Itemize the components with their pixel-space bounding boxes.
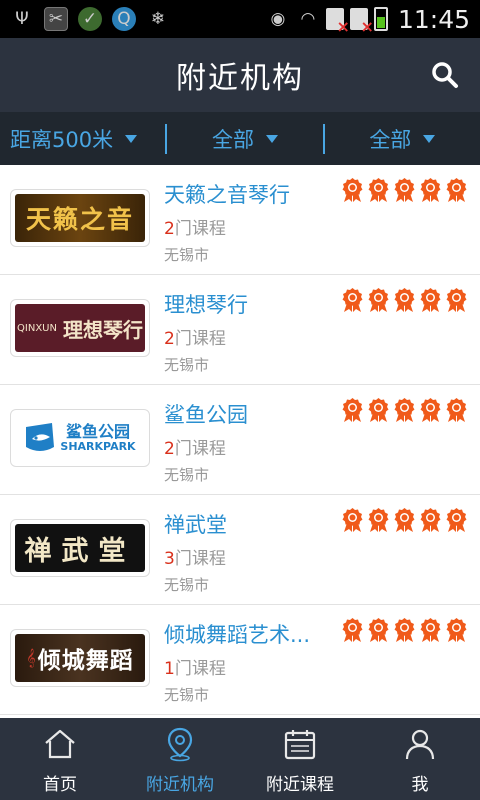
location-pin-icon: [167, 727, 193, 762]
sort-filter-label: 全部: [369, 127, 412, 152]
rating: [341, 617, 468, 643]
course-count: 3门课程: [164, 549, 226, 569]
course-count: 1门课程: [164, 659, 226, 679]
medal-icon: [446, 178, 467, 202]
sim1-no-signal-icon: [325, 8, 350, 36]
rating: [341, 177, 468, 203]
page-title: 附近机构: [176, 61, 304, 96]
medal-icon: [394, 178, 415, 202]
nav-home[interactable]: 首页: [0, 718, 120, 800]
medal-icon: [394, 288, 415, 312]
nav-nearby-institutions[interactable]: 附近机构: [120, 718, 240, 800]
calendar-icon: [284, 730, 316, 760]
course-count: 2门课程: [164, 439, 226, 459]
institution-name: 鲨鱼公园: [164, 403, 248, 427]
category-filter-dropdown[interactable]: 全部: [167, 112, 322, 165]
medal-icon: [368, 618, 389, 642]
distance-filter-label: 距离500米: [10, 127, 114, 152]
institution-name: 倾城舞蹈艺术...: [164, 623, 311, 647]
institution-name: 禅武堂: [164, 513, 227, 537]
medal-icon: [368, 288, 389, 312]
nav-nearby-courses-label: 附近课程: [266, 775, 334, 795]
muted-app-icon: ✂: [44, 7, 68, 31]
medal-icon: [342, 508, 363, 532]
rating: [341, 287, 468, 313]
medal-icon: [446, 398, 467, 422]
sort-filter-dropdown[interactable]: 全部: [325, 112, 480, 165]
medal-icon: [394, 398, 415, 422]
usb-icon: Ψ: [15, 9, 29, 29]
medal-icon: [446, 618, 467, 642]
search-icon[interactable]: [430, 60, 460, 90]
institution-logo: QINXUN 理想琴行: [10, 299, 150, 357]
medal-icon: [342, 288, 363, 312]
city: 无锡市: [164, 246, 210, 264]
snowflake-icon: ❄: [150, 9, 166, 29]
medal-icon: [420, 508, 441, 532]
medal-icon: [342, 398, 363, 422]
wifi-icon: ◠: [300, 9, 316, 29]
medal-icon: [420, 178, 441, 202]
list-item[interactable]: 鲨鱼公园 SHARKPARK 鲨鱼公园 2门课程 无锡市: [0, 385, 480, 495]
eye-icon: ◉: [270, 9, 286, 29]
medal-icon: [342, 178, 363, 202]
category-filter-label: 全部: [211, 127, 254, 152]
rating: [341, 397, 468, 423]
nav-nearby-courses[interactable]: 附近课程: [240, 718, 360, 800]
city: 无锡市: [164, 576, 210, 594]
institution-logo: 𝄞 倾城舞蹈: [10, 629, 150, 687]
status-bar: Ψ ✂ ✓ Q ❄ ◉ ◠ 11:45: [0, 0, 480, 38]
institution-logo: 禅武堂: [10, 519, 150, 577]
sim2-no-signal-icon: [349, 8, 374, 36]
course-count: 2门课程: [164, 219, 226, 239]
course-count: 2门课程: [164, 329, 226, 349]
clock: 11:45: [397, 4, 470, 34]
medal-icon: [420, 288, 441, 312]
medal-icon: [368, 398, 389, 422]
list-item[interactable]: QINXUN 理想琴行 理想琴行 2门课程 无锡市: [0, 275, 480, 385]
user-icon: [405, 729, 435, 760]
list-item[interactable]: 天籁之音 天籁之音琴行 2门课程 无锡市: [0, 165, 480, 275]
nav-me-label: 我: [411, 775, 429, 795]
institution-logo: 天籁之音: [10, 189, 150, 247]
medal-icon: [394, 508, 415, 532]
nav-me[interactable]: 我: [360, 718, 480, 800]
title-bar: 附近机构: [0, 38, 480, 112]
medal-icon: [420, 618, 441, 642]
institution-name: 理想琴行: [164, 293, 248, 317]
city: 无锡市: [164, 686, 210, 704]
nav-home-label: 首页: [43, 775, 77, 795]
medal-icon: [368, 508, 389, 532]
list-item[interactable]: 禅武堂 禅武堂 3门课程 无锡市: [0, 495, 480, 605]
bottom-nav: 首页 附近机构 附近课程 我: [0, 718, 480, 800]
shark-icon: [26, 423, 55, 451]
battery-charging-icon: [373, 7, 388, 31]
home-icon: [45, 729, 75, 759]
institution-list[interactable]: 天籁之音 天籁之音琴行 2门课程 无锡市 QINXUN 理想琴行 理想琴行 2门…: [0, 165, 480, 718]
caret-down-icon: [265, 134, 278, 143]
medal-icon: [446, 508, 467, 532]
list-item[interactable]: 𝄞 倾城舞蹈 倾城舞蹈艺术... 1门课程 无锡市: [0, 605, 480, 715]
nav-nearby-institutions-label: 附近机构: [146, 775, 214, 795]
filter-bar: 距离500米 全部 全部: [0, 112, 480, 165]
city: 无锡市: [164, 356, 210, 374]
app-check-icon: ✓: [78, 7, 102, 31]
institution-logo: 鲨鱼公园 SHARKPARK: [10, 409, 150, 467]
medal-icon: [342, 618, 363, 642]
medal-icon: [368, 178, 389, 202]
music-note-icon: 𝄞: [26, 648, 36, 667]
caret-down-icon: [423, 134, 436, 143]
rating: [341, 507, 468, 533]
medal-icon: [394, 618, 415, 642]
medal-icon: [420, 398, 441, 422]
distance-filter-dropdown[interactable]: 距离500米: [0, 112, 165, 165]
medal-icon: [446, 288, 467, 312]
city: 无锡市: [164, 466, 210, 484]
caret-down-icon: [125, 134, 138, 143]
browser-icon: Q: [112, 7, 136, 31]
institution-name: 天籁之音琴行: [164, 183, 290, 207]
